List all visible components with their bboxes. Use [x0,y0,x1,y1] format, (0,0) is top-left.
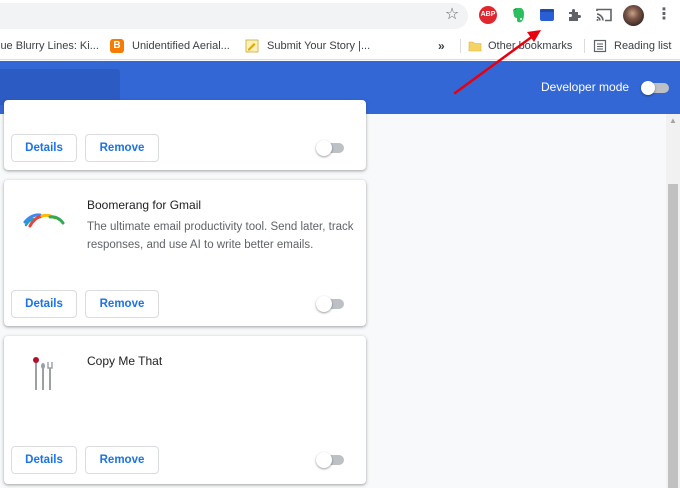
developer-mode-label: Developer mode [541,80,630,94]
utensils-glyph [33,357,53,390]
address-bar[interactable] [0,3,468,29]
extensions-puzzle-icon[interactable] [566,6,584,24]
folder-glyph [468,41,482,52]
toggle-knob [316,140,332,156]
remove-button[interactable]: Remove [85,134,159,162]
scrollbar-thumb[interactable] [668,184,678,488]
details-button[interactable]: Details [11,290,77,318]
bookmarks-overflow-button[interactable]: » [438,32,445,60]
reading-list-button[interactable]: Reading list [614,32,671,60]
adblock-plus-icon[interactable]: ABP [479,6,497,24]
toggle-knob [316,452,332,468]
extension-enable-toggle[interactable] [316,452,346,468]
bookmark-item[interactable]: Unidentified Aerial... [132,32,230,60]
profile-avatar[interactable] [623,5,644,26]
details-button[interactable]: Details [11,446,77,474]
extension-name: Copy Me That [87,354,163,368]
page-edit-glyph [245,39,259,53]
extension-description: The ultimate email productivity tool. Se… [87,221,354,251]
boomerang-logo-icon [22,200,66,244]
bookmark-item[interactable]: lue Blurry Lines: Ki... [0,32,99,60]
page-scrollbar[interactable]: ▲ [666,114,680,488]
remove-button[interactable]: Remove [85,446,159,474]
reading-list-glyph [593,39,607,53]
reading-list-icon [593,39,607,53]
more-menu-icon[interactable]: ⋮ [656,6,672,24]
boomerang-extension-icon[interactable] [538,6,556,24]
other-bookmarks-button[interactable]: Other bookmarks [488,32,572,60]
boomerang-glyph [540,9,554,21]
extension-name: Boomerang for Gmail [87,198,202,212]
extension-enable-toggle[interactable] [316,296,346,312]
toggle-knob [316,296,332,312]
cast-glyph [596,8,612,22]
bookmark-item[interactable]: Submit Your Story |... [267,32,370,60]
developer-mode-toggle[interactable] [641,81,669,95]
cast-icon[interactable] [595,6,613,24]
star-icon[interactable]: ☆ [443,6,461,24]
extension-card: Details Remove [4,100,366,170]
page-edit-icon [245,39,259,53]
toggle-knob [641,81,655,95]
extensions-list: Details Remove Boomerang for Gmail The u… [0,100,666,488]
evernote-glyph [513,8,524,23]
bookmarks-separator [584,39,585,53]
browser-toolbar: ☆ ABP ⋮ [0,0,680,32]
extension-enable-toggle[interactable] [316,140,346,156]
bookmarks-bar: lue Blurry Lines: Ki... B Unidentified A… [0,32,680,60]
folder-icon [468,39,482,53]
copy-me-that-logo-icon [22,354,66,398]
blogger-icon: B [110,39,124,53]
extension-card-copy-me-that: Copy Me That Details Remove [4,336,366,484]
puzzle-glyph [569,9,581,21]
bookmarks-separator [460,39,461,53]
details-button[interactable]: Details [11,134,77,162]
boomerang-logo-glyph [23,213,65,228]
remove-button[interactable]: Remove [85,290,159,318]
extension-card-boomerang: Boomerang for Gmail The ultimate email p… [4,180,366,326]
scroll-up-arrow-icon[interactable]: ▲ [666,114,680,128]
evernote-icon[interactable] [509,6,527,24]
